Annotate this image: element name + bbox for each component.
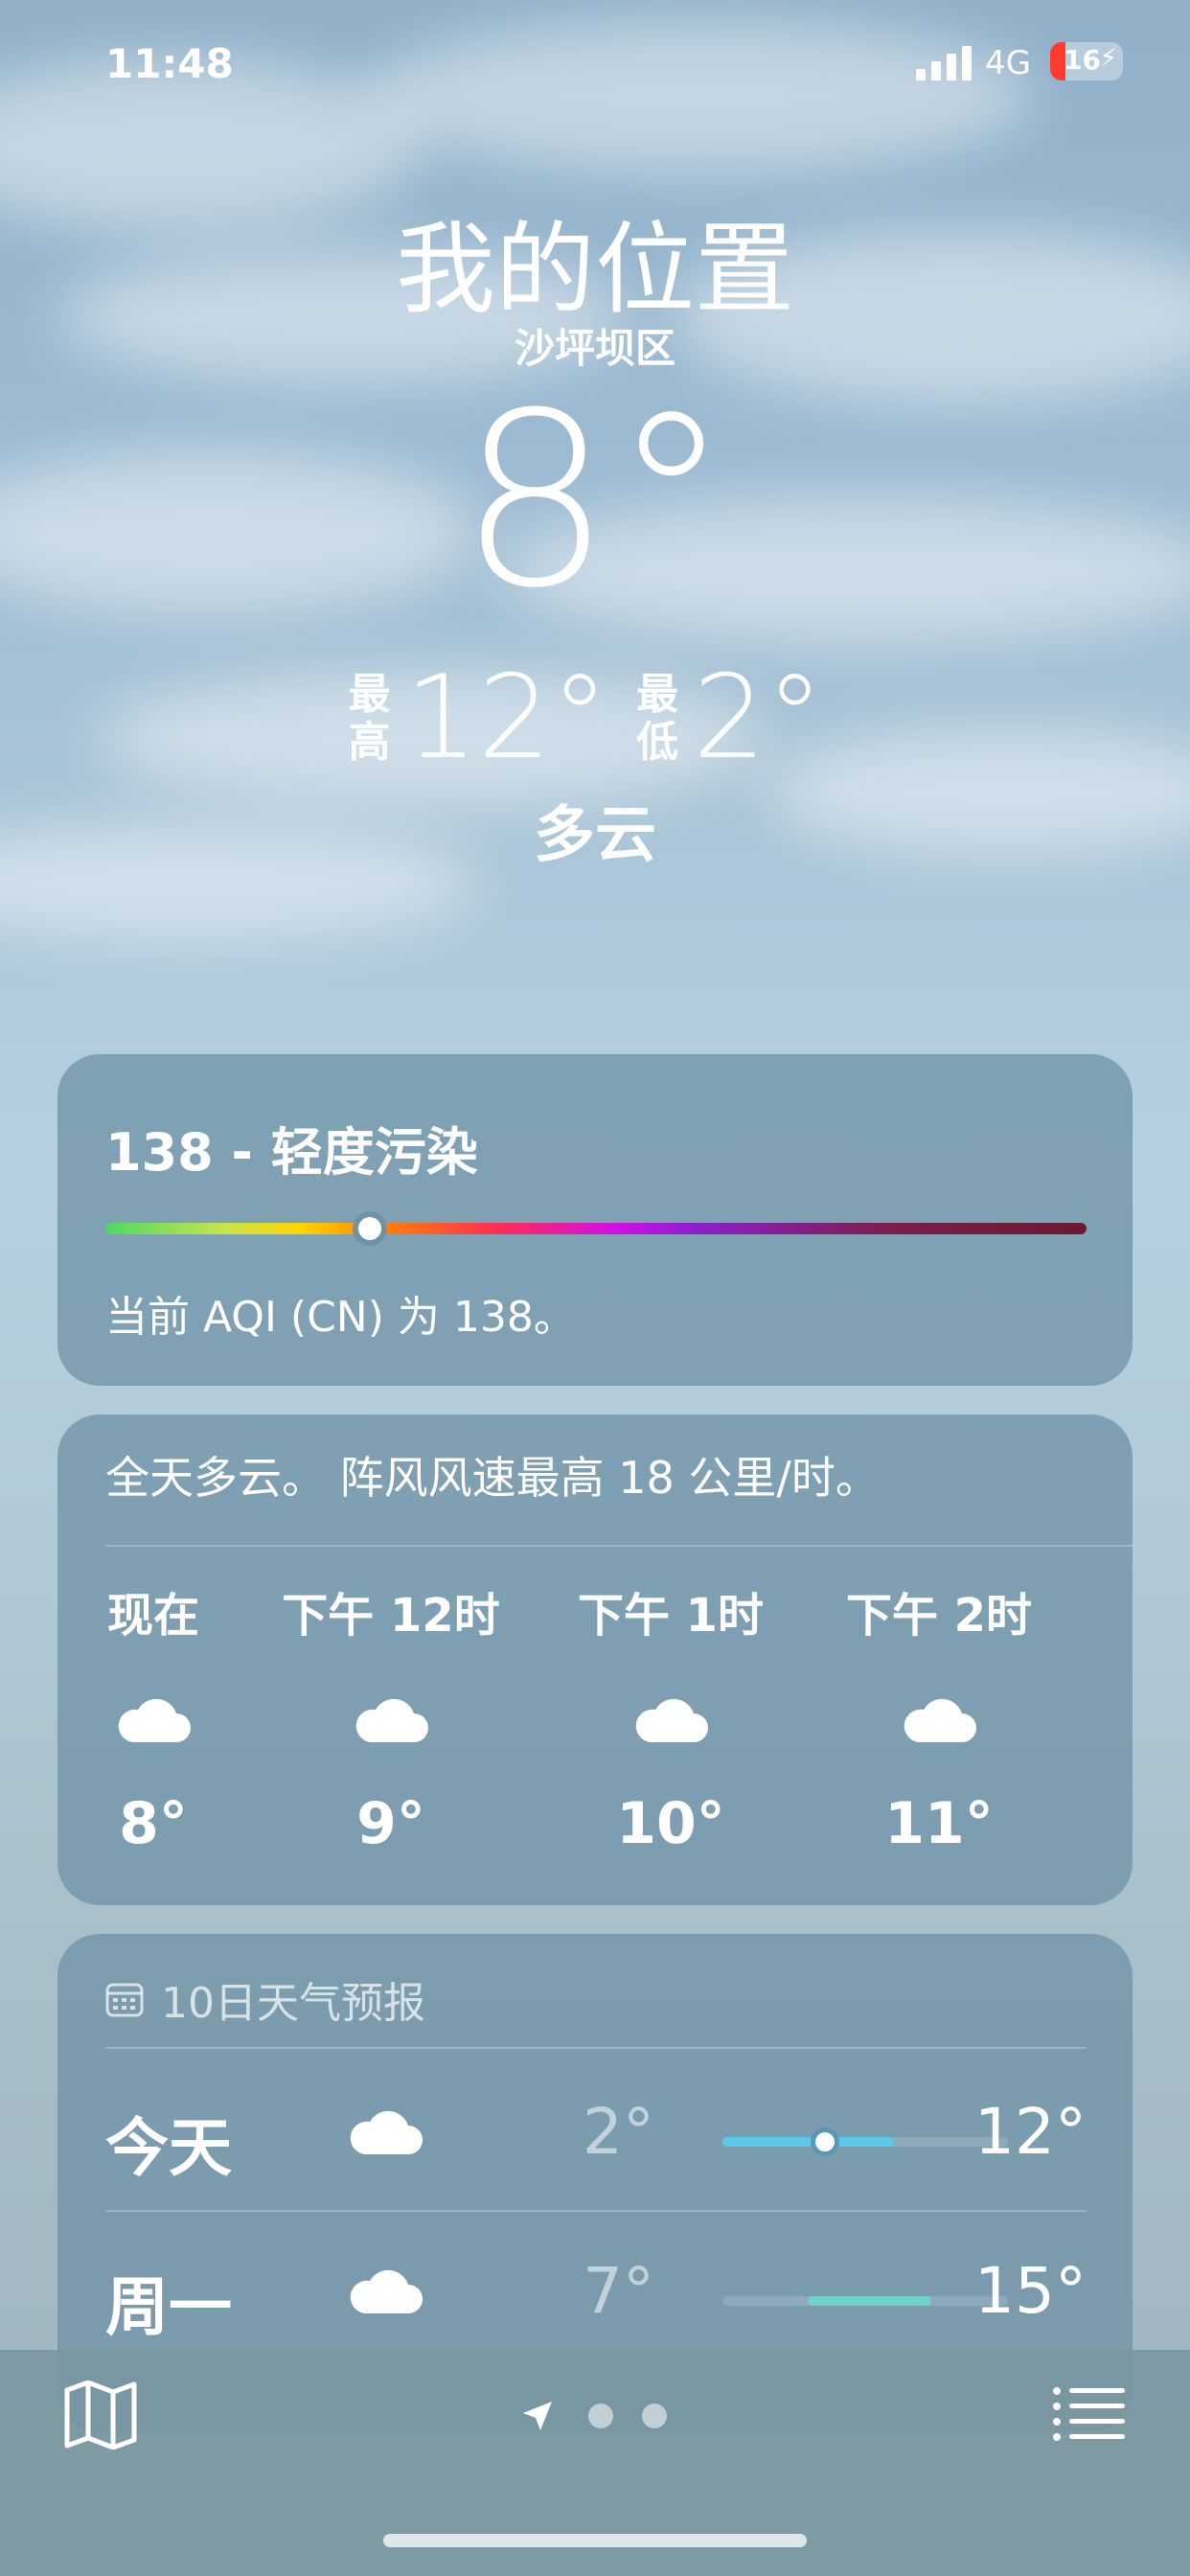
location-arrow-icon[interactable] (521, 2400, 554, 2432)
network-type: 4G (985, 44, 1031, 82)
status-time: 11:48 (105, 40, 234, 87)
temperature-range-fill (722, 2137, 894, 2147)
hour-time: 下午 2时 (845, 1589, 1033, 1643)
hour-temp: 8° (119, 1790, 188, 1857)
hourly-summary: 全天多云。 阵风风速最高 18 公里/时。 (105, 1452, 880, 1504)
cloud-icon (904, 1698, 976, 1742)
battery-percent: 16 (1064, 44, 1101, 76)
hour-temp: 11° (884, 1790, 994, 1857)
hour-temp: 10° (616, 1790, 725, 1857)
cellular-signal-icon (916, 46, 972, 80)
hour-item: 下午 2时 11° (814, 1577, 1064, 1857)
weather-condition: 多云 (534, 800, 656, 871)
day-low-temp: 2° (583, 2095, 654, 2169)
cloud-icon (118, 1698, 191, 1742)
aqi-title: 138 - 轻度污染 (105, 1122, 478, 1183)
page-dot[interactable] (588, 2404, 613, 2428)
divider (105, 1545, 1133, 1547)
low-temperature: 2° (693, 652, 824, 785)
hourly-forecast-card[interactable]: 全天多云。 阵风风速最高 18 公里/时。 现在 8° 下午 12时 9° 下午… (57, 1414, 1133, 1905)
temperature-range-bar (722, 2132, 1008, 2151)
hour-time: 下午 1时 (577, 1589, 765, 1643)
air-quality-card[interactable]: 138 - 轻度污染 当前 AQI (CN) 为 138。 (57, 1054, 1133, 1386)
cloud-icon (350, 2269, 423, 2313)
charging-bolt-icon: ⚡ (1099, 44, 1117, 73)
hour-item: 现在 8° (57, 1577, 278, 1857)
current-temp-marker (815, 2132, 835, 2151)
cloud-icon (355, 1698, 428, 1742)
day-name: 周一 (105, 2270, 232, 2344)
low-label: 最低 (636, 670, 679, 767)
high-label: 最高 (348, 670, 391, 767)
calendar-icon (105, 1983, 144, 2017)
temperature-range-fill (808, 2296, 931, 2306)
day-high-temp: 15° (974, 2254, 1087, 2328)
battery-icon: 16 ⚡ (1050, 42, 1123, 80)
hour-item: 下午 12时 9° (266, 1577, 515, 1857)
hour-time: 下午 12时 (282, 1589, 500, 1643)
day-high-temp: 12° (974, 2095, 1087, 2169)
current-temperature: 8° (458, 361, 732, 640)
map-icon[interactable] (63, 2380, 138, 2450)
day-name: 今天 (105, 2111, 232, 2185)
day-row[interactable]: 周一 7° 15° (105, 2210, 1087, 2369)
hour-time: 现在 (106, 1589, 199, 1643)
ten-day-title: 10日天气预报 (161, 1979, 425, 2028)
aqi-scale-bar (105, 1223, 1087, 1234)
list-icon[interactable] (1052, 2386, 1125, 2442)
cloud-icon (350, 2110, 423, 2154)
aqi-description: 当前 AQI (CN) 为 138。 (105, 1293, 576, 1342)
hour-temp: 9° (356, 1790, 425, 1857)
high-low-row: 最高 12° 最低 2° (0, 661, 1190, 776)
home-indicator[interactable] (383, 2534, 807, 2547)
page-dot[interactable] (642, 2404, 667, 2428)
aqi-indicator (358, 1217, 382, 1240)
day-row[interactable]: 今天 2° 12° (105, 2051, 1087, 2210)
ten-day-header: 10日天气预报 (105, 1968, 425, 2030)
temperature-range-bar (722, 2296, 1008, 2306)
cloud-icon (635, 1698, 708, 1742)
divider (105, 2047, 1087, 2049)
high-temperature: 12° (404, 652, 609, 785)
location-title: 我的位置 (395, 211, 794, 328)
hour-item: 下午 1时 10° (546, 1577, 795, 1857)
day-low-temp: 7° (583, 2254, 654, 2328)
